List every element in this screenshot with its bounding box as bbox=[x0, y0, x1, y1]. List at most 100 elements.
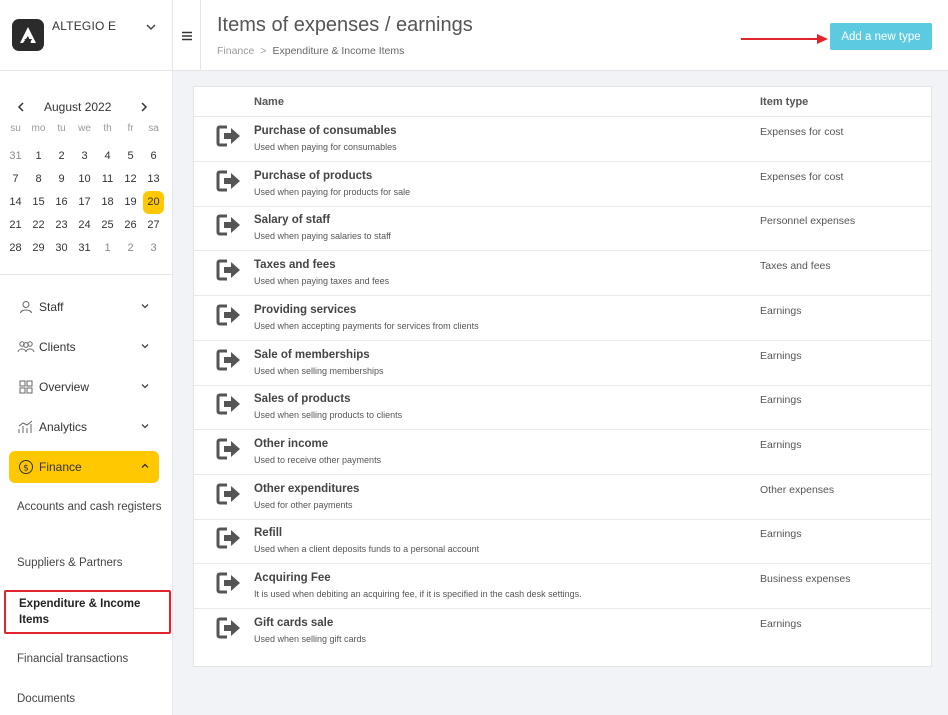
calendar-day[interactable]: 2 bbox=[119, 237, 142, 260]
item-type: Personnel expenses bbox=[760, 215, 856, 228]
calendar-day[interactable]: 7 bbox=[4, 168, 27, 191]
calendar-day[interactable]: 15 bbox=[27, 191, 50, 214]
sub-documents[interactable]: Documents bbox=[17, 691, 167, 707]
calendar-day[interactable]: 10 bbox=[73, 168, 96, 191]
calendar-day[interactable]: 28 bbox=[4, 237, 27, 260]
calendar-day[interactable]: 2 bbox=[50, 145, 73, 168]
calendar-day[interactable]: 3 bbox=[142, 237, 165, 260]
table-row[interactable]: Other expenditures Used for other payment… bbox=[194, 475, 931, 520]
table-row[interactable]: Other income Used to receive other paymen… bbox=[194, 430, 931, 475]
nav-label: Analytics bbox=[39, 420, 88, 434]
add-new-type-button[interactable]: Add a new type bbox=[830, 23, 932, 50]
calendar-day[interactable]: 26 bbox=[119, 214, 142, 237]
calendar-day[interactable]: 8 bbox=[27, 168, 50, 191]
item-name: Purchase of consumables bbox=[254, 125, 397, 137]
calendar-day[interactable]: 1 bbox=[96, 237, 119, 260]
calendar-day[interactable]: 18 bbox=[96, 191, 119, 214]
chevron-left-icon[interactable] bbox=[14, 100, 28, 114]
breadcrumb-finance[interactable]: Finance bbox=[217, 45, 254, 57]
table-row[interactable]: Sale of memberships Used when selling mem… bbox=[194, 341, 931, 386]
weekday-label: tu bbox=[57, 123, 66, 134]
table-row[interactable]: Acquiring Fee It is used when debiting an… bbox=[194, 564, 931, 609]
chevron-right-icon[interactable] bbox=[137, 100, 151, 114]
exit-arrow-icon bbox=[216, 348, 242, 372]
weekday-label: mo bbox=[31, 123, 46, 134]
brand-switcher[interactable]: ALTEGIO E bbox=[0, 0, 172, 71]
calendar-day[interactable]: 11 bbox=[96, 168, 119, 191]
sub-expenditure-highlight[interactable]: Expenditure & Income Items bbox=[4, 590, 171, 634]
calendar-day[interactable]: 3 bbox=[73, 145, 96, 168]
item-type: Earnings bbox=[760, 394, 802, 407]
nav-clients[interactable]: Clients bbox=[9, 331, 159, 363]
item-type: Taxes and fees bbox=[760, 260, 831, 273]
nav-label: Finance bbox=[39, 460, 82, 474]
sub-transactions[interactable]: Financial transactions bbox=[17, 651, 167, 667]
calendar-day[interactable]: 23 bbox=[50, 214, 73, 237]
calendar-day[interactable]: 14 bbox=[4, 191, 27, 214]
exit-arrow-icon bbox=[216, 303, 242, 327]
calendar-day[interactable]: 13 bbox=[142, 168, 165, 191]
users-icon bbox=[17, 338, 35, 356]
calendar-day[interactable]: 24 bbox=[73, 214, 96, 237]
sub-suppliers[interactable]: Suppliers & Partners bbox=[17, 555, 167, 571]
nav-finance[interactable]: $ Finance bbox=[9, 451, 159, 483]
calendar-day[interactable]: 9 bbox=[50, 168, 73, 191]
item-description: Used when selling products to clients bbox=[254, 410, 403, 421]
table-row[interactable]: Salary of staff Used when paying salaries… bbox=[194, 206, 931, 252]
nav-staff[interactable]: Staff bbox=[9, 291, 159, 323]
menu-icon[interactable] bbox=[173, 0, 201, 71]
item-type: Earnings bbox=[760, 438, 802, 451]
sidebar: ALTEGIO E August 2022 su mo tu we th fr sa 31 1… bbox=[0, 0, 173, 715]
grid-icon bbox=[17, 378, 35, 396]
calendar-day[interactable]: 5 bbox=[119, 145, 142, 168]
calendar-day[interactable]: 19 bbox=[119, 191, 142, 214]
coin-icon: $ bbox=[17, 458, 35, 476]
item-name: Salary of staff bbox=[254, 214, 331, 227]
item-description: Used when accepting payments for service… bbox=[254, 320, 479, 331]
calendar-day[interactable]: 31 bbox=[4, 145, 27, 168]
calendar-day[interactable]: 1 bbox=[27, 145, 50, 168]
table-row[interactable]: Sales of products Used when selling produ… bbox=[194, 385, 931, 431]
calendar-day[interactable]: 25 bbox=[96, 214, 119, 237]
calendar-day[interactable]: 6 bbox=[142, 145, 165, 168]
item-type: Earnings bbox=[760, 528, 802, 541]
user-icon bbox=[17, 298, 35, 316]
item-name: Taxes and fees bbox=[254, 259, 336, 272]
column-name: Name bbox=[254, 96, 284, 108]
brand-name: ALTEGIO E bbox=[52, 19, 117, 33]
nav-analytics[interactable]: Analytics bbox=[9, 411, 159, 443]
sub-accounts[interactable]: Accounts and cash registers bbox=[17, 499, 167, 515]
table-row[interactable]: Providing services Used when accepting pa… bbox=[194, 296, 931, 341]
calendar-day[interactable]: 16 bbox=[50, 191, 73, 214]
calendar-day[interactable]: 4 bbox=[96, 145, 119, 168]
weekday-label: sa bbox=[148, 123, 159, 134]
table-row[interactable]: Refill Used when a client deposits funds … bbox=[194, 519, 931, 565]
item-description: Used when paying salaries to staff bbox=[254, 231, 391, 242]
nav-label: Clients bbox=[39, 340, 76, 354]
calendar-day[interactable]: 21 bbox=[4, 214, 27, 237]
altegio-logo bbox=[12, 19, 44, 51]
calendar-day[interactable]: 31 bbox=[73, 237, 96, 260]
arrow-annotation-icon bbox=[741, 34, 828, 44]
weekday-label: th bbox=[103, 123, 112, 134]
table-row[interactable]: Purchase of products Used when paying for… bbox=[194, 162, 931, 207]
weekday-label: we bbox=[78, 123, 91, 134]
nav-overview[interactable]: Overview bbox=[9, 371, 159, 403]
table-row[interactable]: Purchase of consumables Used when paying … bbox=[194, 117, 931, 162]
calendar-day[interactable]: 30 bbox=[50, 237, 73, 260]
items-table: Name Item type Purchase of consumables Us… bbox=[193, 86, 932, 667]
calendar-day[interactable]: 27 bbox=[142, 214, 165, 237]
chevron-down-icon[interactable] bbox=[144, 20, 158, 34]
calendar-day[interactable]: 29 bbox=[27, 237, 50, 260]
item-type: Business expenses bbox=[760, 573, 851, 585]
calendar-day[interactable]: 17 bbox=[73, 191, 96, 214]
table-header: Name Item type bbox=[194, 87, 931, 117]
table-row[interactable]: Taxes and fees Used when paying taxes and… bbox=[194, 251, 931, 297]
item-description: Used when paying for consumables bbox=[254, 142, 397, 152]
calendar-day-today[interactable]: 20 bbox=[143, 191, 164, 214]
table-row[interactable]: Gift cards sale Used when selling gift ca… bbox=[194, 609, 931, 654]
item-description: Used when selling memberships bbox=[254, 365, 384, 376]
item-type: Earnings bbox=[760, 304, 802, 317]
calendar-day[interactable]: 12 bbox=[119, 168, 142, 191]
calendar-day[interactable]: 22 bbox=[27, 214, 50, 237]
